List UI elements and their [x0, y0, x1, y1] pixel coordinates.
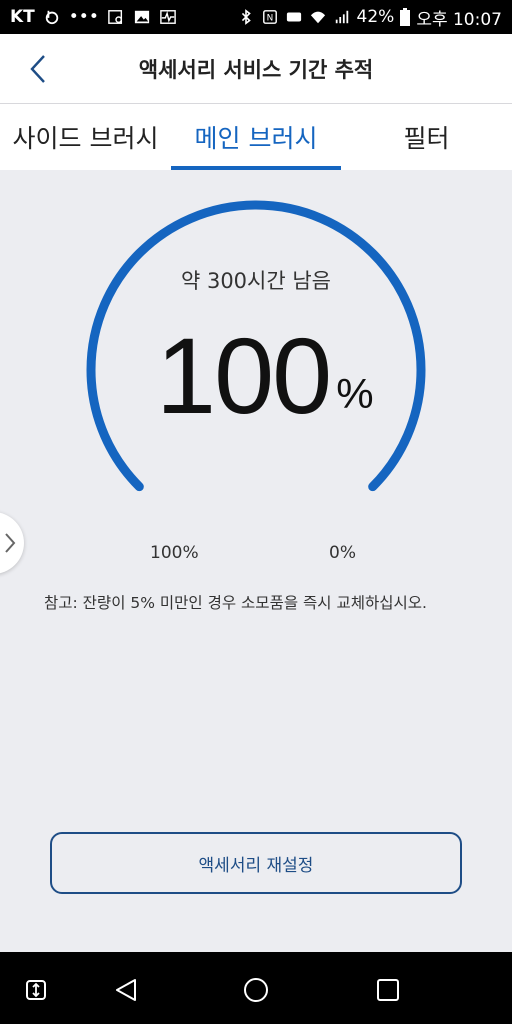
remaining-time: 약 300시간 남음 [180, 269, 332, 293]
status-bar: KT ••• N 42% 오후 10:07 [0, 0, 512, 34]
nav-back-button[interactable] [106, 970, 146, 1010]
wifi-icon [310, 11, 325, 24]
tab-side-brush[interactable]: 사이드 브러시 [0, 104, 171, 170]
nfc-icon: N [262, 10, 277, 24]
page-title: 액세서리 서비스 기간 추적 [138, 57, 374, 82]
bluetooth-icon [241, 9, 251, 25]
gauge-start-label: 100% [150, 543, 199, 563]
circle-home-icon [244, 978, 268, 1002]
carrier-label: KT [10, 7, 35, 27]
tab-bar: 사이드 브러시 메인 브러시 필터 [0, 104, 512, 170]
nav-recents-button[interactable] [368, 970, 408, 1010]
clock: 오후 10:07 [416, 9, 502, 30]
system-nav-bar [0, 952, 512, 1024]
triangle-back-icon [116, 979, 136, 1001]
more-notifications-icon: ••• [68, 7, 99, 27]
side-panel-handle[interactable] [0, 512, 24, 574]
percent-sign: % [336, 370, 374, 417]
signal-icon [335, 10, 348, 24]
data-saver-icon [45, 10, 59, 25]
chevron-left-icon [30, 55, 45, 83]
back-button[interactable] [18, 49, 58, 89]
replacement-note: 참고: 잔량이 5% 미만인 경우 소모품을 즉시 교체하십시오. [44, 594, 427, 612]
tab-filter[interactable]: 필터 [341, 104, 512, 170]
percent-value: 100 [156, 315, 332, 436]
tab-main-brush[interactable]: 메인 브러시 [171, 104, 341, 170]
app-header: 액세서리 서비스 기간 추적 [0, 34, 512, 104]
battery-percent: 42% [356, 7, 395, 27]
swap-vertical-icon [26, 980, 46, 1000]
square-recents-icon [377, 979, 399, 1001]
nav-switch-button[interactable] [16, 970, 56, 1010]
svg-text:N: N [266, 14, 273, 24]
image-icon [134, 10, 149, 24]
hd-voice-icon [286, 12, 301, 22]
reset-accessory-button[interactable]: 액세서리 재설정 [50, 832, 462, 894]
chevron-right-icon [5, 533, 16, 553]
gauge-end-label: 0% [329, 543, 356, 563]
battery-icon [400, 8, 411, 26]
chart-search-icon [108, 10, 122, 24]
percent-readout: 100 % [156, 310, 374, 430]
activity-icon [160, 10, 176, 24]
nav-home-button[interactable] [236, 970, 276, 1010]
